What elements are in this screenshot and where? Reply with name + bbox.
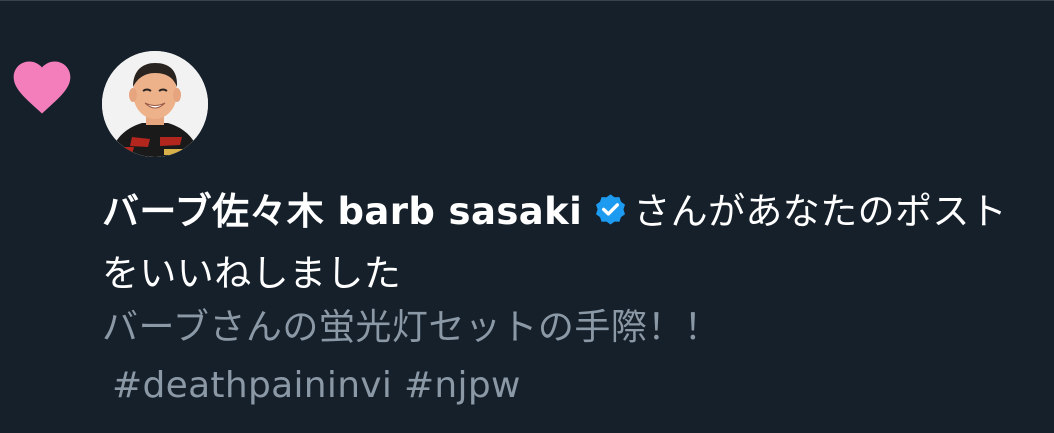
- notifications-page: バーブ佐々木 barb sasaki さんがあなたのポストをいいねしました バーブ…: [0, 0, 1054, 433]
- liked-post-hashtags[interactable]: #deathpaininvi #njpw: [112, 359, 521, 413]
- verified-badge-icon: [596, 194, 626, 225]
- heart-icon: [13, 61, 71, 114]
- avatar[interactable]: [102, 51, 208, 157]
- liked-post-text: バーブさんの蛍光灯セットの手際！！: [102, 307, 721, 348]
- like-notification[interactable]: バーブ佐々木 barb sasaki さんがあなたのポストをいいねしました バーブ…: [0, 1, 1054, 433]
- avatar-photo: [102, 51, 208, 157]
- user-display-name[interactable]: バーブ佐々木 barb sasaki: [102, 190, 582, 233]
- notification-text: バーブ佐々木 barb sasaki さんがあなたのポストをいいねしました: [102, 181, 1042, 305]
